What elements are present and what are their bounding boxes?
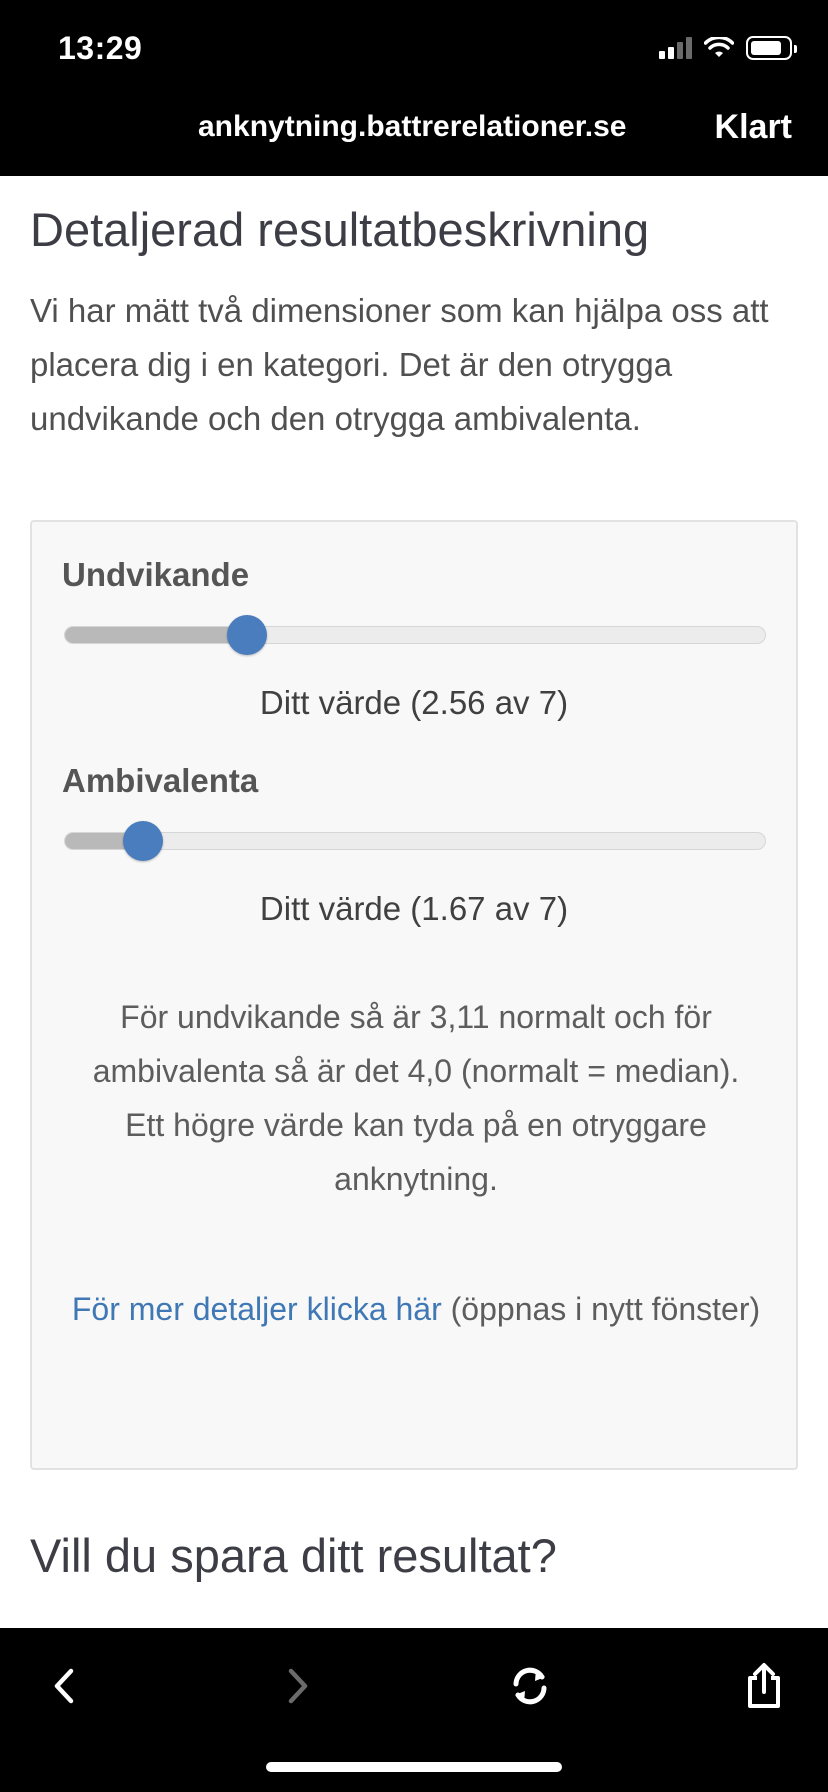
slider-ambivalenta[interactable] bbox=[64, 821, 766, 861]
share-button[interactable] bbox=[734, 1656, 794, 1716]
home-indicator bbox=[266, 1762, 562, 1772]
norm-note-line2: Ett högre värde kan tyda på en otryggare… bbox=[125, 1107, 707, 1197]
value-undvikande: Ditt värde (2.56 av 7) bbox=[259, 684, 569, 721]
slider-thumb[interactable] bbox=[123, 821, 164, 861]
norm-note-line1: För undvikande så är 3,11 normalt och fö… bbox=[92, 999, 740, 1089]
battery-icon bbox=[746, 36, 797, 60]
status-icons bbox=[659, 36, 797, 60]
done-button[interactable]: Klart bbox=[715, 108, 792, 147]
reload-button[interactable] bbox=[500, 1656, 560, 1716]
details-suffix: (öppnas i nytt fönster) bbox=[441, 1291, 761, 1327]
wifi-icon bbox=[704, 37, 734, 57]
intro-text: Vi har mätt två dimensioner som kan hjäl… bbox=[30, 292, 769, 437]
result-card: Undvikande Ditt värde (2.56 av 7) Ambiva… bbox=[30, 520, 798, 1470]
slider-thumb[interactable] bbox=[227, 615, 267, 655]
forward-button[interactable] bbox=[268, 1656, 328, 1716]
page-title: Detaljerad resultatbeskrivning bbox=[30, 203, 650, 256]
slider-fill bbox=[65, 627, 247, 643]
browser-top-bar: 13:29 anknytning.battrerelationer.se Kla… bbox=[0, 0, 828, 176]
back-icon bbox=[54, 1668, 74, 1704]
page-content: Detaljerad resultatbeskrivning Vi har mä… bbox=[0, 176, 828, 1628]
slider-undvikande[interactable] bbox=[64, 615, 766, 655]
save-result-heading: Vill du spara ditt resultat? bbox=[30, 1529, 557, 1582]
cellular-signal-icon bbox=[659, 37, 692, 59]
details-link[interactable]: För mer detaljer klicka här bbox=[72, 1291, 442, 1327]
back-button[interactable] bbox=[34, 1656, 94, 1716]
dimension-label-ambivalenta: Ambivalenta bbox=[62, 762, 259, 799]
reload-icon bbox=[513, 1667, 547, 1705]
url-label[interactable]: anknytning.battrerelationer.se bbox=[198, 110, 626, 144]
share-icon bbox=[748, 1663, 780, 1708]
dimension-label-undvikande: Undvikande bbox=[62, 556, 250, 593]
status-time: 13:29 bbox=[58, 30, 143, 66]
norm-note: För undvikande så är 3,11 normalt och fö… bbox=[62, 990, 770, 1206]
details-paragraph: För mer detaljer klicka här (öppnas i ny… bbox=[62, 1282, 770, 1336]
forward-icon bbox=[288, 1668, 308, 1704]
value-ambivalenta: Ditt värde (1.67 av 7) bbox=[259, 890, 569, 927]
